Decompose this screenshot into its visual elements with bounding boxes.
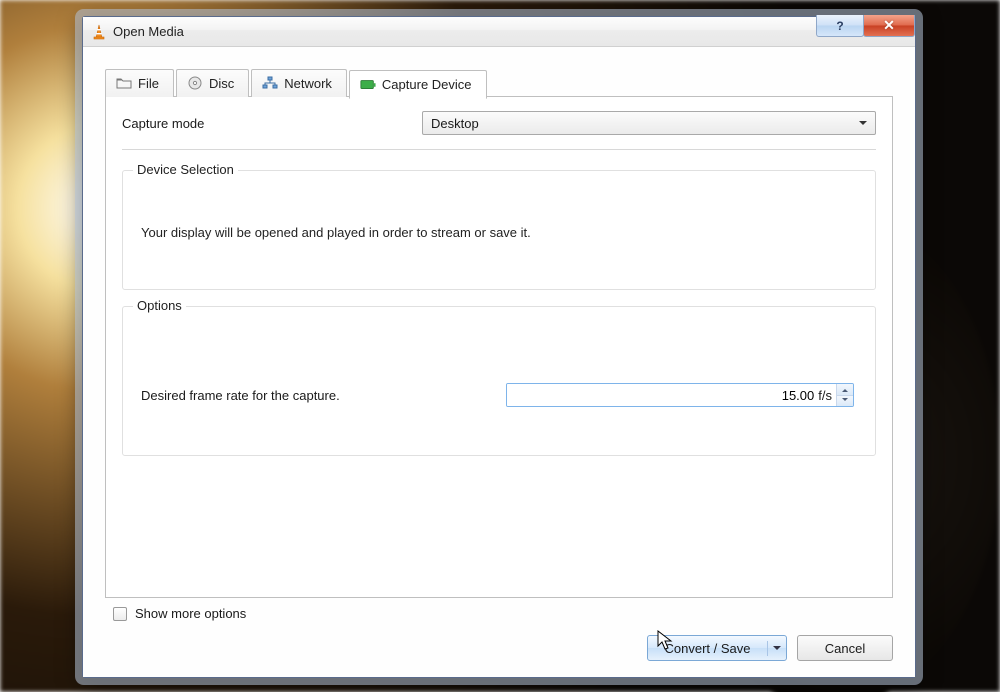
options-legend: Options: [133, 298, 186, 313]
device-selection-message: Your display will be opened and played i…: [141, 225, 857, 240]
close-button[interactable]: ✕: [863, 15, 915, 37]
chevron-up-icon: [842, 386, 848, 392]
tab-network-label: Network: [284, 76, 332, 91]
tab-disc-label: Disc: [209, 76, 234, 91]
dropdown-arrow-icon: [773, 646, 781, 654]
tab-capture-label: Capture Device: [382, 77, 472, 92]
vlc-cone-icon: [91, 24, 107, 40]
framerate-step-up[interactable]: [837, 384, 853, 396]
dialog-actions: Convert / Save Cancel: [105, 629, 893, 661]
framerate-unit: f/s: [818, 384, 836, 406]
cancel-button[interactable]: Cancel: [797, 635, 893, 661]
framerate-input[interactable]: [507, 384, 818, 406]
dialog-body: File Disc Network: [83, 47, 915, 677]
separator: [122, 149, 876, 150]
show-more-options-row[interactable]: Show more options: [113, 606, 893, 621]
capture-mode-combo[interactable]: Desktop: [422, 111, 876, 135]
disc-icon: [187, 76, 203, 90]
convert-save-label: Convert / Save: [648, 641, 768, 656]
titlebar: Open Media ? ✕: [83, 17, 915, 47]
help-button[interactable]: ?: [816, 15, 864, 37]
show-more-options-checkbox[interactable]: [113, 607, 127, 621]
close-icon: ✕: [883, 17, 895, 34]
folder-icon: [116, 76, 132, 90]
framerate-spinner: f/s: [506, 383, 854, 407]
tab-file-label: File: [138, 76, 159, 91]
options-group: Options Desired frame rate for the captu…: [122, 306, 876, 456]
capture-device-icon: [360, 78, 376, 92]
device-selection-group: Device Selection Your display will be op…: [122, 170, 876, 290]
show-more-options-label: Show more options: [135, 606, 246, 621]
convert-save-dropdown[interactable]: [768, 643, 786, 654]
help-icon: ?: [836, 19, 843, 33]
network-icon: [262, 76, 278, 90]
capture-mode-value: Desktop: [431, 116, 479, 131]
cancel-label: Cancel: [825, 641, 865, 656]
framerate-label: Desired frame rate for the capture.: [141, 388, 506, 403]
device-selection-legend: Device Selection: [133, 162, 238, 177]
chevron-down-icon: [842, 398, 848, 404]
convert-save-button[interactable]: Convert / Save: [647, 635, 787, 661]
tab-capture-device[interactable]: Capture Device: [349, 70, 487, 99]
framerate-row: Desired frame rate for the capture. f/s: [141, 383, 857, 407]
tab-bar: File Disc Network: [105, 69, 893, 97]
tab-network[interactable]: Network: [251, 69, 347, 97]
capture-mode-label: Capture mode: [122, 116, 422, 131]
tab-file[interactable]: File: [105, 69, 174, 97]
tab-disc[interactable]: Disc: [176, 69, 249, 97]
framerate-stepper: [836, 384, 853, 406]
framerate-step-down[interactable]: [837, 396, 853, 407]
window-title: Open Media: [113, 24, 184, 39]
capture-panel: Capture mode Desktop Device Selection Yo…: [105, 96, 893, 598]
window-controls: ? ✕: [817, 15, 915, 37]
capture-mode-row: Capture mode Desktop: [122, 111, 876, 135]
open-media-dialog: Open Media ? ✕ File Disc: [82, 16, 916, 678]
